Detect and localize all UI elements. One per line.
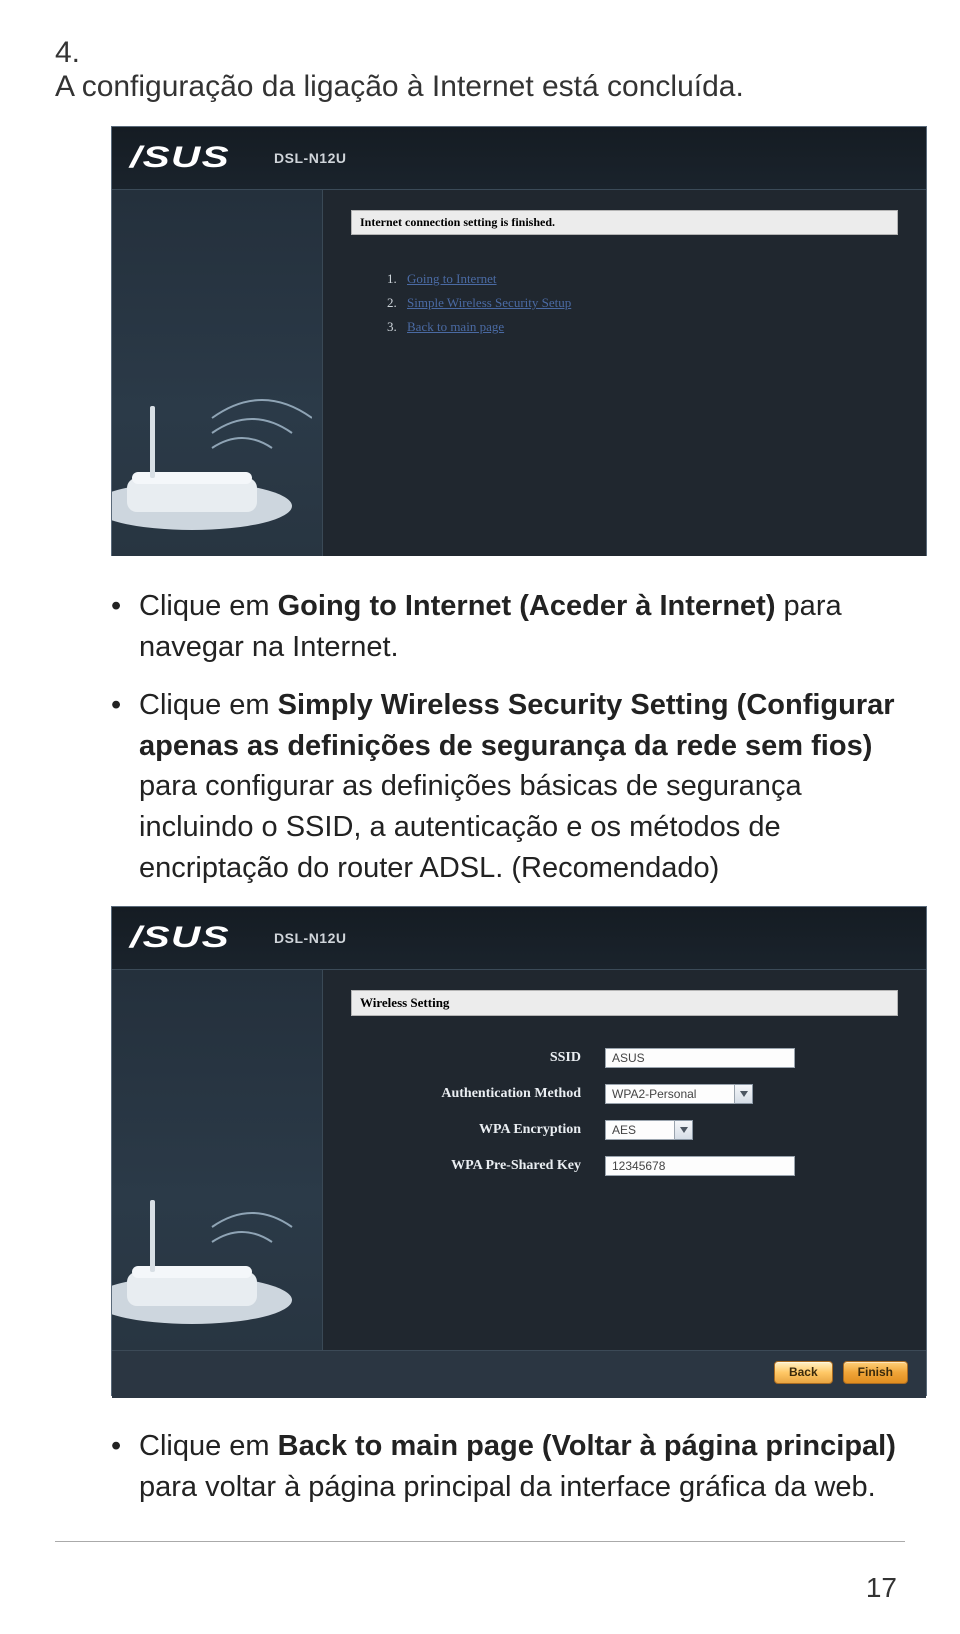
bullet-wireless-security: • Clique em Simply Wireless Security Set…	[111, 685, 905, 888]
model-label: DSL-N12U	[274, 930, 346, 946]
bullet-going-to-internet: • Clique em Going to Internet (Aceder à …	[111, 586, 905, 667]
wpa-key-label: WPA Pre-Shared Key	[351, 1158, 605, 1174]
step-4-heading: 4. A configuração da ligação à Internet …	[55, 36, 905, 104]
chevron-down-icon[interactable]	[735, 1084, 753, 1104]
simple-wireless-setup-link[interactable]: Simple Wireless Security Setup	[407, 295, 571, 310]
step-number: 4.	[55, 36, 109, 70]
wizard-link-list: 1.Going to Internet 2.Simple Wireless Se…	[351, 271, 898, 463]
bullet-bold: Going to Internet (Aceder à Internet)	[278, 590, 776, 622]
finish-button[interactable]: Finish	[843, 1361, 908, 1384]
list-item: 3.Back to main page	[387, 319, 898, 335]
router-header: /SUS DSL-N12U	[112, 907, 926, 970]
bullet-text: Clique em	[139, 689, 278, 721]
back-button[interactable]: Back	[774, 1361, 833, 1384]
auth-method-select[interactable]	[605, 1084, 735, 1104]
step-text: A configuração da ligação à Internet est…	[55, 70, 845, 104]
ssid-input[interactable]	[605, 1048, 795, 1068]
router-illustration	[112, 1172, 312, 1332]
bullet-marker: •	[111, 1426, 139, 1507]
model-label: DSL-N12U	[274, 150, 346, 166]
router-left-pane	[112, 190, 323, 556]
router-window-wireless: /SUS DSL-N12U Wireless Setting SSID	[111, 906, 927, 1396]
panel-title: Wireless Setting	[351, 990, 898, 1016]
router-window-finished: /SUS DSL-N12U Internet connection settin…	[111, 126, 927, 556]
bullet-bold: Back to main page (Voltar à página princ…	[278, 1430, 896, 1462]
chevron-down-icon[interactable]	[675, 1120, 693, 1140]
going-to-internet-link[interactable]: Going to Internet	[407, 271, 497, 286]
list-item: 1.Going to Internet	[387, 271, 898, 287]
bullet-marker: •	[111, 685, 139, 888]
bullet-text: para voltar à página principal da interf…	[139, 1471, 876, 1503]
bullet-back-main: • Clique em Back to main page (Voltar à …	[111, 1426, 905, 1507]
status-message: Internet connection setting is finished.	[351, 210, 898, 235]
bullet-marker: •	[111, 586, 139, 667]
divider	[55, 1541, 905, 1542]
bullet-text: Clique em	[139, 590, 278, 622]
back-to-main-link[interactable]: Back to main page	[407, 319, 504, 334]
list-item: 2.Simple Wireless Security Setup	[387, 295, 898, 311]
asus-logo: /SUS	[130, 141, 230, 175]
asus-logo: /SUS	[130, 921, 230, 955]
router-header: /SUS DSL-N12U	[112, 127, 926, 190]
auth-method-label: Authentication Method	[351, 1086, 605, 1102]
wpa-key-input[interactable]	[605, 1156, 795, 1176]
router-illustration	[112, 378, 312, 538]
ssid-label: SSID	[351, 1050, 605, 1066]
router-left-pane	[112, 970, 323, 1350]
bullet-text: Clique em	[139, 1430, 278, 1462]
page-number: 17	[55, 1572, 905, 1604]
wpa-encryption-select[interactable]	[605, 1120, 675, 1140]
router-footer: Back Finish	[112, 1350, 926, 1398]
wpa-encryption-label: WPA Encryption	[351, 1122, 605, 1138]
bullet-text: para configurar as definições básicas de…	[139, 770, 802, 883]
